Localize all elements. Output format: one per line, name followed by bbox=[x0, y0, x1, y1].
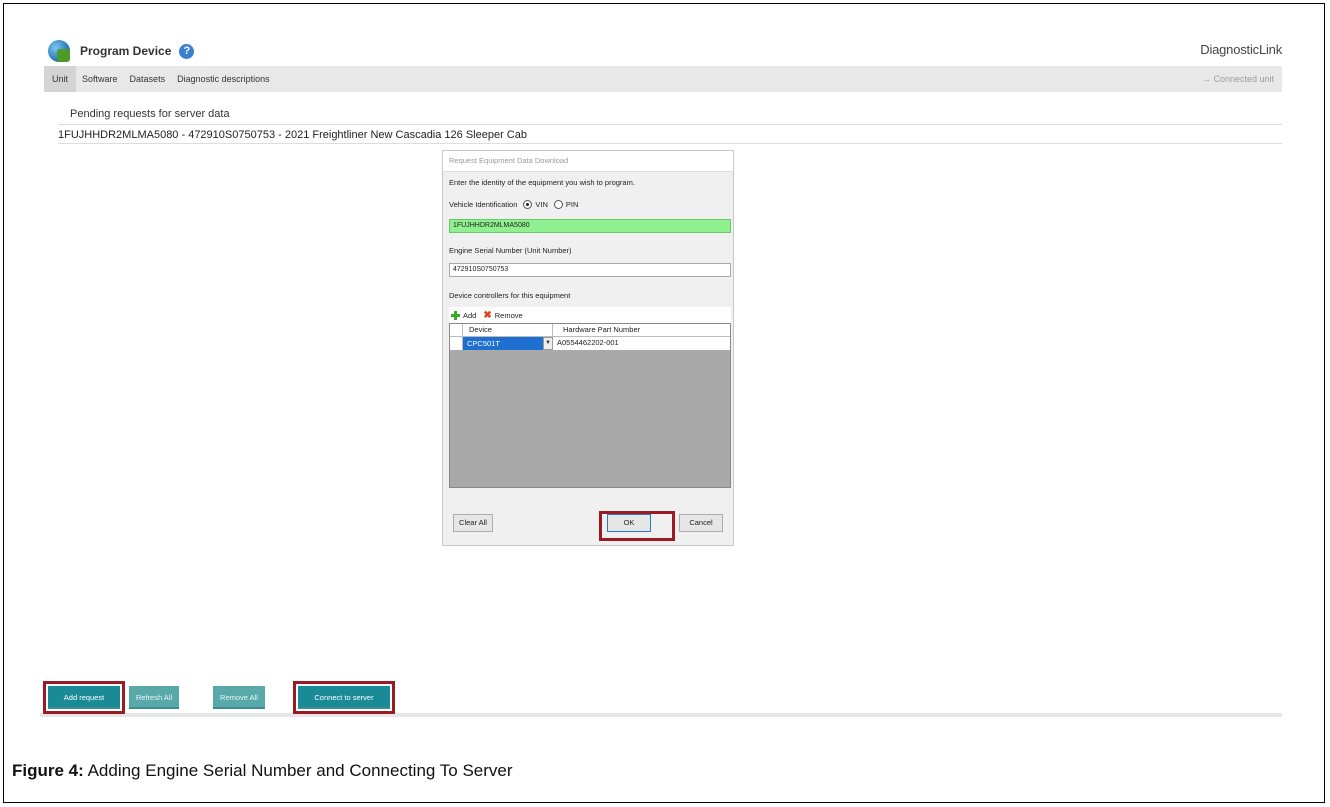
pin-radio-label: PIN bbox=[565, 200, 579, 209]
program-device-icon bbox=[48, 40, 70, 62]
cancel-button[interactable]: Cancel bbox=[679, 514, 723, 532]
connected-unit-status: → Connected unit bbox=[1201, 74, 1274, 84]
row-header-cell bbox=[450, 337, 463, 350]
tab-unit[interactable]: Unit bbox=[44, 66, 77, 92]
vin-radio[interactable] bbox=[523, 200, 533, 209]
tab-bar: Unit Software Datasets Diagnostic descri… bbox=[44, 66, 1282, 92]
tab-diagnostic-descriptions[interactable]: Diagnostic descriptions bbox=[171, 66, 276, 92]
remove-controller-button[interactable]: Remove bbox=[495, 311, 523, 320]
add-controller-button[interactable]: Add bbox=[463, 311, 476, 320]
engine-serial-label: Engine Serial Number (Unit Number) bbox=[449, 246, 572, 255]
table-row[interactable]: CPC501T ▼ A0554462202-001 bbox=[450, 337, 730, 350]
program-device-window: Program Device ? DiagnosticLink Unit Sof… bbox=[40, 30, 1282, 725]
bottom-strip bbox=[40, 713, 1282, 717]
vin-radio-label: VIN bbox=[535, 200, 548, 209]
help-icon[interactable]: ? bbox=[179, 43, 195, 59]
hardware-part-number-cell[interactable]: A0554462202-001 bbox=[553, 337, 619, 350]
vehicle-identification-label: Vehicle Identification bbox=[449, 200, 518, 209]
caption-label: Figure 4: bbox=[12, 761, 84, 780]
page-title: Program Device bbox=[80, 44, 172, 58]
tab-software[interactable]: Software bbox=[76, 66, 124, 92]
refresh-all-button[interactable]: Refresh All bbox=[129, 686, 179, 709]
connect-highlight-box bbox=[293, 681, 395, 714]
title-bar: Program Device ? bbox=[48, 38, 195, 64]
vin-field[interactable]: 1FUJHHDR2MLMA5080 bbox=[449, 219, 731, 233]
ok-highlight-box bbox=[599, 511, 675, 541]
device-controllers-label: Device controllers for this equipment bbox=[449, 291, 571, 300]
dialog-title: Request Equipment Data Download bbox=[443, 151, 733, 172]
caption-text: Adding Engine Serial Number and Connecti… bbox=[83, 761, 513, 780]
brand-text: DiagnosticLink bbox=[1200, 42, 1282, 57]
pin-radio[interactable] bbox=[553, 200, 563, 209]
divider bbox=[58, 124, 1282, 125]
row-header-cell bbox=[450, 324, 463, 336]
figure-caption: Figure 4: Adding Engine Serial Number an… bbox=[12, 761, 513, 781]
remove-icon: ✖ bbox=[483, 309, 492, 321]
device-select[interactable]: CPC501T bbox=[463, 337, 543, 350]
dialog-prompt: Enter the identity of the equipment you … bbox=[449, 178, 635, 187]
table-header: Device Hardware Part Number bbox=[450, 324, 730, 337]
divider bbox=[58, 143, 1282, 144]
column-hardware-part-number: Hardware Part Number bbox=[563, 325, 641, 334]
controllers-table: Device Hardware Part Number CPC501T ▼ A0… bbox=[449, 323, 731, 488]
remove-all-button[interactable]: Remove All bbox=[213, 686, 265, 709]
vehicle-identification-row: Vehicle Identification VIN PIN bbox=[449, 200, 578, 209]
request-equipment-dialog: Request Equipment Data Download Enter th… bbox=[442, 150, 734, 546]
pending-requests-label: Pending requests for server data bbox=[70, 108, 230, 120]
tab-datasets[interactable]: Datasets bbox=[124, 66, 172, 92]
add-request-highlight-box bbox=[43, 681, 125, 714]
chevron-down-icon[interactable]: ▼ bbox=[543, 337, 553, 350]
column-device: Device bbox=[463, 324, 553, 336]
pending-request-row[interactable]: 1FUJHHDR2MLMA5080 - 472910S0750753 - 202… bbox=[58, 129, 527, 141]
add-icon bbox=[451, 310, 460, 320]
engine-serial-field[interactable]: 472910S0750753 bbox=[449, 263, 731, 277]
controllers-toolbar: Add ✖ Remove bbox=[449, 307, 731, 323]
brand-logo: DiagnosticLink bbox=[1200, 42, 1282, 57]
clear-all-button[interactable]: Clear All bbox=[453, 514, 493, 532]
